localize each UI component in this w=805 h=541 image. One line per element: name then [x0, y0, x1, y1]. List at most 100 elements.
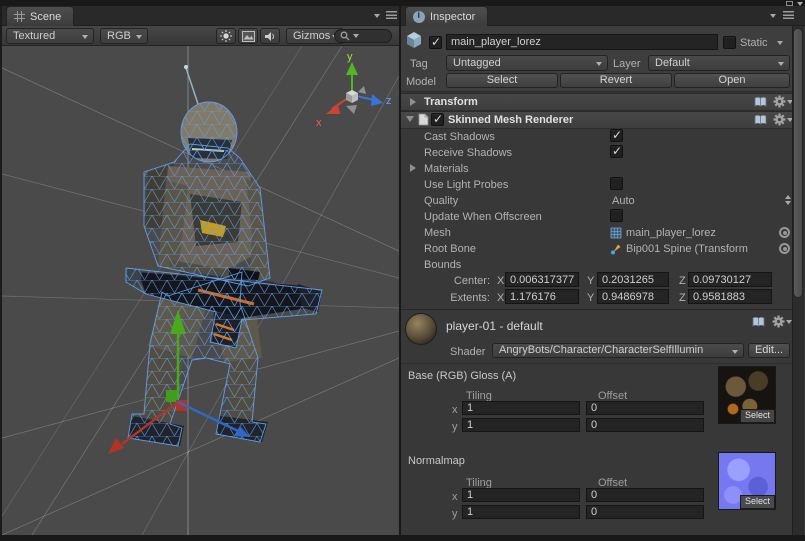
static-flags-caret-icon[interactable] [777, 41, 783, 45]
update-when-offscreen-checkbox[interactable] [610, 209, 623, 222]
base-texture-select-button[interactable]: Select [740, 409, 775, 423]
bounds-center-x-field[interactable]: 0.006317377 [505, 272, 579, 287]
quality-popup-down-icon[interactable] [785, 201, 791, 205]
materials-foldout[interactable] [410, 164, 416, 172]
normalmap-tiling-y-field[interactable]: 1 [462, 505, 580, 519]
scene-viewport[interactable]: y x z [2, 46, 399, 535]
tag-label: Tag [410, 57, 428, 71]
normalmap-section-label: Normalmap [408, 454, 465, 468]
help-book-icon[interactable] [752, 316, 765, 331]
material-title: player-01 - default [446, 319, 543, 333]
use-light-probes-checkbox[interactable] [610, 177, 623, 190]
shader-dropdown[interactable]: AngryBots/Character/CharacterSelfIllumin [492, 343, 744, 358]
sun-icon [220, 30, 232, 42]
update-when-offscreen-label: Update When Offscreen [424, 210, 542, 224]
tag-dropdown[interactable]: Untagged [446, 55, 608, 71]
smr-foldout[interactable] [406, 116, 414, 122]
normalmap-offset-x-field[interactable]: 0 [586, 488, 704, 502]
scene-lighting-toggle[interactable] [216, 28, 236, 44]
gear-icon[interactable] [773, 113, 786, 129]
model-open-button[interactable]: Open [674, 73, 790, 88]
scene-pane-menu-icon[interactable] [386, 11, 397, 19]
section-divider [401, 363, 792, 364]
scene-pane-caret-icon[interactable] [374, 14, 380, 18]
scene-audio-toggle[interactable] [260, 28, 280, 44]
model-revert-button[interactable]: Revert [560, 73, 672, 88]
root-bone-value[interactable]: Bip001 Spine (Transform [626, 242, 776, 256]
bounds-extents-y-field[interactable]: 0.9486978 [597, 289, 669, 304]
render-channel-dropdown[interactable]: RGB [100, 28, 148, 44]
material-preview-sphere[interactable] [405, 313, 437, 345]
bone-icon [610, 243, 622, 258]
row-x-label: x [452, 403, 458, 417]
base-texture-section-label: Base (RGB) Gloss (A) [408, 369, 516, 383]
row-x-label: x [452, 490, 458, 504]
bounds-extents-z-field[interactable]: 0.9581883 [688, 289, 772, 304]
receive-shadows-checkbox[interactable] [610, 145, 623, 158]
image-icon [242, 31, 255, 42]
tab-inspector[interactable]: Inspector [405, 6, 488, 26]
normalmap-select-button[interactable]: Select [740, 495, 775, 509]
shader-label: Shader [450, 345, 485, 359]
info-icon [413, 11, 425, 23]
bounds-center-y-field[interactable]: 0.2031265 [597, 272, 669, 287]
static-label: Static [740, 36, 768, 50]
inspector-pane-menu-icon[interactable] [783, 11, 794, 19]
mesh-object-picker-icon[interactable] [779, 227, 790, 238]
gear-icon[interactable] [773, 95, 786, 111]
base-tiling-y-field[interactable]: 1 [462, 418, 580, 432]
help-book-icon[interactable] [754, 96, 767, 111]
tab-scene[interactable]: Scene [6, 6, 74, 26]
quality-popup-up-icon[interactable] [785, 195, 791, 199]
quality-value[interactable]: Auto [612, 194, 635, 208]
axis-z-label: Z [679, 291, 686, 305]
transform-foldout[interactable] [410, 98, 416, 106]
scene-fx-toggle[interactable] [238, 28, 258, 44]
scene-search-input[interactable] [334, 29, 392, 43]
use-light-probes-label: Use Light Probes [424, 178, 508, 192]
base-offset-y-field[interactable]: 0 [586, 418, 704, 432]
base-offset-x-field[interactable]: 0 [586, 401, 704, 415]
cast-shadows-checkbox[interactable] [610, 129, 623, 142]
static-checkbox[interactable] [723, 36, 736, 49]
gizmo-z-label[interactable]: z [386, 95, 392, 107]
search-filter-caret-icon [353, 34, 359, 38]
axis-z-label: Z [679, 274, 686, 288]
grid-icon [14, 11, 25, 22]
bounds-center-label: Center: [424, 274, 490, 288]
bounds-center-z-field[interactable]: 0.09730127 [688, 272, 772, 287]
layer-dropdown[interactable]: Default [648, 55, 790, 71]
mesh-value[interactable]: main_player_lorez [626, 226, 776, 240]
inspector-pane-caret-icon[interactable] [770, 14, 776, 18]
axis-y-label: Y [587, 291, 594, 305]
window-bottom-edge [0, 535, 805, 541]
root-bone-object-picker-icon[interactable] [779, 243, 790, 254]
shader-edit-button[interactable]: Edit... [748, 343, 790, 358]
gizmo-x-label[interactable]: x [316, 117, 322, 129]
model-select-button[interactable]: Select [446, 73, 558, 88]
inspector-scrollbar-thumb[interactable] [793, 28, 803, 298]
receive-shadows-label: Receive Shadows [424, 146, 512, 160]
help-book-icon[interactable] [754, 114, 767, 129]
base-tiling-x-field[interactable]: 1 [462, 401, 580, 415]
component-page-icon [418, 113, 429, 129]
shading-mode-dropdown[interactable]: Textured [6, 28, 94, 44]
cast-shadows-label: Cast Shadows [424, 130, 495, 144]
row-y-label: y [452, 507, 458, 521]
root-bone-label: Root Bone [424, 242, 476, 256]
bounds-extents-x-field[interactable]: 1.176176 [505, 289, 579, 304]
gear-icon[interactable] [772, 315, 785, 331]
row-y-label: y [452, 420, 458, 434]
unity-editor-window: Scene Inspector Textured RGB Gizmos [0, 0, 805, 541]
mesh-label: Mesh [424, 226, 451, 240]
bounds-extents-label: Extents: [424, 291, 490, 305]
normalmap-offset-y-field[interactable]: 0 [586, 505, 704, 519]
active-checkbox[interactable] [429, 36, 442, 49]
gameobject-name-field[interactable]: main_player_lorez [446, 34, 718, 50]
axis-y-label: Y [587, 274, 594, 288]
smr-enabled-checkbox[interactable] [431, 113, 444, 126]
normalmap-tiling-x-field[interactable]: 1 [462, 488, 580, 502]
gizmo-y-label[interactable]: y [347, 51, 353, 63]
scene-tab-label: Scene [30, 11, 61, 23]
mesh-icon [610, 227, 622, 242]
